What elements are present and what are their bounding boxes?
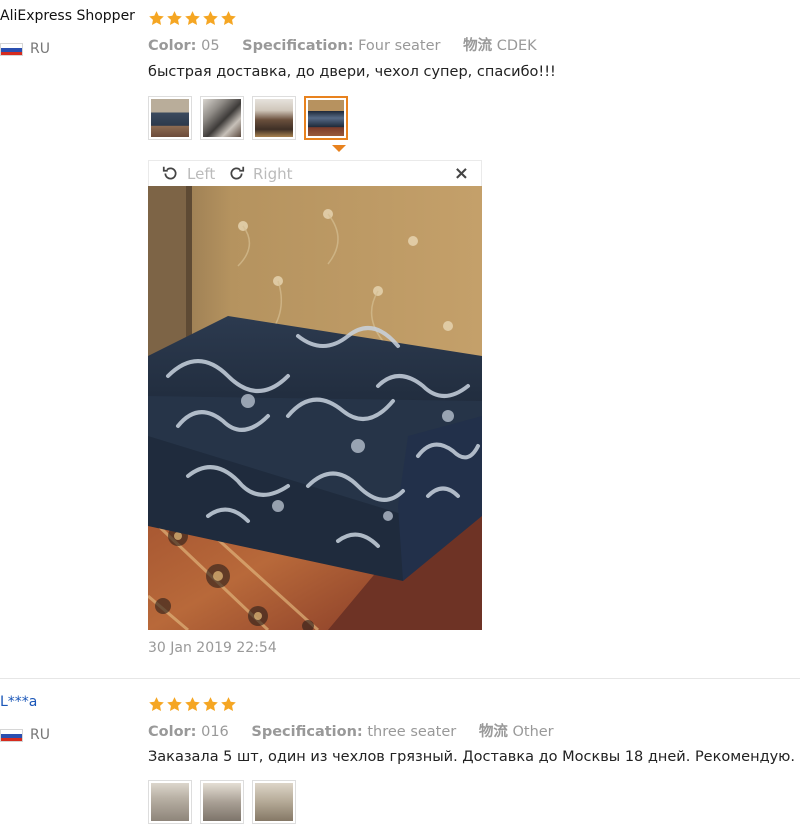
star-icon [166, 696, 183, 713]
review-text: Заказала 5 шт, один из чехлов грязный. Д… [148, 749, 795, 765]
photo-thumbnail[interactable] [252, 96, 296, 140]
review-text: быстрая доставка, до двери, чехол супер,… [148, 64, 556, 80]
order-info: Color: 05 Specification: Four seater 物流 … [148, 34, 555, 55]
reviewer-name: AliExpress Shopper [0, 8, 135, 24]
star-icon [202, 696, 219, 713]
specification-label: Specification: [242, 38, 354, 54]
review-item: L***a RU Color: 016 Specification: three… [0, 679, 800, 824]
reviewer-country: RU [0, 39, 50, 59]
reviewer-name[interactable]: L***a [0, 694, 37, 710]
logistics-label: 物流 [478, 724, 508, 740]
star-icon [184, 10, 201, 27]
photo-thumbnail-selected[interactable] [304, 96, 348, 140]
photo-thumbnail[interactable] [200, 780, 244, 824]
photo-thumbnail[interactable] [252, 780, 296, 824]
photo-thumbnail[interactable] [148, 780, 192, 824]
review-photo-thumbnails [148, 96, 348, 140]
photo-thumbnail[interactable] [148, 96, 192, 140]
rotate-right-button[interactable]: Right [227, 164, 293, 183]
star-icon [220, 696, 237, 713]
star-icon [148, 10, 165, 27]
star-icon [202, 10, 219, 27]
logistics-value: Other [512, 724, 554, 740]
review-item: AliExpress Shopper RU Color: 05 Specific… [0, 0, 800, 678]
country-code: RU [30, 727, 50, 743]
order-info: Color: 016 Specification: three seater 物… [148, 720, 572, 741]
star-icon [220, 10, 237, 27]
reviewer-country: RU [0, 725, 50, 745]
review-photo-large [148, 186, 482, 630]
color-label: Color: [148, 724, 197, 740]
specification-value: Four seater [358, 38, 441, 54]
logistics-value: CDEK [496, 38, 537, 54]
rotate-left-icon [162, 166, 177, 180]
star-rating [148, 696, 237, 713]
specification-label: Specification: [251, 724, 363, 740]
thumbnail-pointer-icon [332, 145, 346, 152]
rotate-right-icon [230, 166, 245, 180]
color-value: 016 [201, 724, 229, 740]
rotate-left-button[interactable]: Left [161, 164, 215, 183]
rotate-right-label: Right [253, 164, 293, 183]
star-rating [148, 10, 237, 27]
russia-flag-icon [0, 42, 23, 56]
star-icon [184, 696, 201, 713]
sofa-photo-image [148, 186, 482, 630]
photo-thumbnail[interactable] [200, 96, 244, 140]
rotate-left-label: Left [187, 164, 216, 183]
star-icon [166, 10, 183, 27]
specification-value: three seater [367, 724, 457, 740]
review-date: 30 Jan 2019 22:54 [148, 640, 277, 656]
country-code: RU [30, 41, 50, 57]
russia-flag-icon [0, 728, 23, 742]
close-viewer-button[interactable]: × [454, 163, 469, 184]
logistics-label: 物流 [463, 38, 493, 54]
color-label: Color: [148, 38, 197, 54]
star-icon [148, 696, 165, 713]
color-value: 05 [201, 38, 220, 54]
photo-viewer-toolbar: Left Right × [148, 160, 482, 186]
review-photo-thumbnails [148, 780, 296, 824]
